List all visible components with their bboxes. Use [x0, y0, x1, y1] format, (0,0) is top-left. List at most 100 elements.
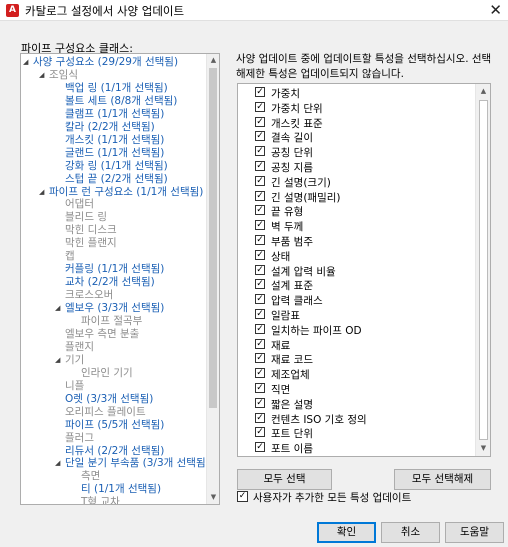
tree-expand-icon[interactable]: ◢ — [55, 459, 60, 467]
tree-item[interactable]: 캡 — [65, 250, 75, 262]
tree-item[interactable]: 파이프 런 구성요소 (1/1개 선택됨) — [49, 186, 203, 198]
select-all-button[interactable]: 모두 선택 — [237, 469, 332, 490]
tree-expand-icon[interactable]: ◢ — [55, 304, 60, 312]
tree-expand-icon[interactable]: ◢ — [39, 188, 44, 196]
tree-item[interactable]: 오리피스 플레이트 — [65, 406, 146, 418]
property-checkbox[interactable]: ✓ — [255, 397, 265, 408]
ok-button[interactable]: 확인 — [317, 522, 376, 543]
property-checkbox[interactable]: ✓ — [255, 131, 265, 142]
property-row[interactable]: ✓ 재료 코드 — [238, 350, 473, 366]
tree-item[interactable]: 글랜드 (1/1개 선택됨) — [65, 147, 164, 159]
tree-item[interactable]: 개스킷 (1/1개 선택됨) — [65, 134, 164, 146]
tree-item[interactable]: 플랜지 — [65, 341, 94, 353]
component-class-tree[interactable]: ◢ 사양 구성요소 (29/29개 선택됨) ◢ 조임식 백업 링 (1/1개 선택됨)… — [20, 53, 220, 505]
tree-item[interactable]: 막힌 디스크 — [65, 224, 117, 236]
property-row[interactable]: ✓ 결속 길이 — [238, 128, 473, 144]
tree-scroll-thumb[interactable] — [209, 68, 217, 408]
tree-expand-icon[interactable]: ◢ — [55, 356, 60, 364]
property-checkbox[interactable]: ✓ — [255, 101, 265, 112]
tree-expand-icon[interactable]: ◢ — [39, 71, 44, 79]
property-checkbox[interactable]: ✓ — [255, 175, 265, 186]
scroll-up-icon[interactable]: ▲ — [207, 54, 219, 67]
tree-item[interactable]: 니플 — [65, 380, 84, 392]
property-checklist[interactable]: ✓ 가중치 ✓ 가중치 단위 ✓ 개스킷 표준 ✓ 결속 길이 ✓ 공칭 단위 ✓ 공칭 지름 ✓ 긴 설… — [237, 83, 491, 457]
tree-expand-icon[interactable]: ◢ — [23, 58, 28, 66]
scroll-down-icon[interactable]: ▼ — [207, 491, 219, 504]
property-checkbox[interactable]: ✓ — [255, 146, 265, 157]
property-row[interactable]: ✓ 포트 이름 — [238, 439, 473, 455]
property-row[interactable]: ✓ 설계 압력 비율 — [238, 262, 473, 278]
property-row[interactable]: ✓ 벽 두께 — [238, 217, 473, 233]
tree-item[interactable]: 어댑터 — [65, 198, 94, 210]
property-row[interactable]: ✓ 부품 범주 — [238, 232, 473, 248]
cancel-button[interactable]: 취소 — [381, 522, 440, 543]
property-checkbox[interactable]: ✓ — [255, 205, 265, 216]
tree-item[interactable]: 엘보우 (3/3개 선택됨) — [65, 302, 164, 314]
property-scrollbar[interactable]: ▲ ▼ — [475, 84, 490, 456]
property-row[interactable]: ✓ 긴 설명(크기) — [238, 173, 473, 189]
tree-item[interactable]: 크로스오버 — [65, 289, 113, 301]
property-row[interactable]: ✓ 직면 — [238, 380, 473, 396]
property-row[interactable]: ✓ 설계 표준 — [238, 276, 473, 292]
close-icon[interactable]: ✕ — [489, 1, 502, 19]
tree-item[interactable]: 측면 — [81, 470, 100, 482]
property-row[interactable]: ✓ 끝 유형 — [238, 202, 473, 218]
property-checkbox[interactable]: ✓ — [255, 116, 265, 127]
property-checkbox[interactable]: ✓ — [255, 427, 265, 438]
property-row[interactable]: ✓ 가중치 단위 — [238, 99, 473, 115]
property-checkbox[interactable]: ✓ — [255, 264, 265, 275]
property-checkbox[interactable]: ✓ — [255, 235, 265, 245]
tree-item[interactable]: 스텁 끝 (2/2개 선택됨) — [65, 173, 168, 185]
property-checkbox[interactable]: ✓ — [255, 190, 265, 201]
property-row[interactable]: ✓ 짧은 설명 — [238, 395, 473, 411]
property-checkbox[interactable]: ✓ — [255, 412, 265, 423]
property-checkbox[interactable]: ✓ — [255, 353, 265, 364]
property-checkbox[interactable]: ✓ — [255, 161, 265, 171]
property-checkbox[interactable]: ✓ — [255, 338, 265, 349]
tree-item[interactable]: O렛 (3/3개 선택됨) — [65, 393, 153, 405]
property-row[interactable]: ✓ 포트 단위 — [238, 424, 473, 440]
tree-item[interactable]: 파이프 (5/5개 선택됨) — [65, 419, 164, 431]
tree-item[interactable]: 칼라 (2/2개 선택됨) — [65, 121, 155, 133]
property-row[interactable]: ✓ 제조업체 — [238, 365, 473, 381]
tree-item[interactable]: 백업 링 (1/1개 선택됨) — [65, 82, 168, 94]
tree-item[interactable]: 강화 링 (1/1개 선택됨) — [65, 160, 168, 172]
property-row[interactable]: ✓ 긴 설명(패밀리) — [238, 188, 473, 204]
tree-item[interactable]: 인라인 기기 — [81, 367, 133, 379]
tree-item[interactable]: 단일 분기 부속품 (3/3개 선택됨) — [65, 457, 210, 469]
tree-item[interactable]: 플러그 — [65, 432, 94, 444]
scroll-down-icon[interactable]: ▼ — [476, 442, 490, 455]
tree-item[interactable]: 리듀서 (2/2개 선택됨) — [65, 445, 164, 457]
property-checkbox[interactable]: ✓ — [255, 87, 265, 97]
tree-item[interactable]: 조임식 — [49, 69, 78, 81]
property-checkbox[interactable]: ✓ — [255, 249, 265, 260]
property-row[interactable]: ✓ 공칭 단위 — [238, 143, 473, 159]
property-row[interactable]: ✓ 컨텐츠 ISO 기호 정의 — [238, 410, 473, 426]
tree-item[interactable]: 엘보우 측면 분출 — [65, 328, 139, 340]
property-checkbox[interactable]: ✓ — [255, 220, 265, 231]
deselect-all-button[interactable]: 모두 선택해제 — [394, 469, 491, 490]
update-user-props-checkbox[interactable]: ✓ — [237, 491, 248, 502]
property-checkbox[interactable]: ✓ — [255, 279, 265, 290]
tree-item[interactable]: 기기 — [65, 354, 84, 366]
help-button[interactable]: 도움말 — [445, 522, 504, 543]
tree-item[interactable]: 티 (1/1개 선택됨) — [81, 483, 161, 495]
property-checkbox[interactable]: ✓ — [255, 309, 265, 319]
tree-item[interactable]: T형 교차 — [81, 496, 120, 504]
property-checkbox[interactable]: ✓ — [255, 368, 265, 379]
property-row[interactable]: ✓ 일람표 — [238, 306, 473, 322]
property-checkbox[interactable]: ✓ — [255, 323, 265, 334]
tree-item[interactable]: 커플링 (1/1개 선택됨) — [65, 263, 164, 275]
property-checkbox[interactable]: ✓ — [255, 294, 265, 305]
property-row[interactable]: ✓ 공칭 지름 — [238, 158, 473, 174]
property-row[interactable]: ✓ 가중치 — [238, 84, 473, 100]
tree-item[interactable]: 블리드 링 — [65, 211, 107, 223]
scroll-up-icon[interactable]: ▲ — [476, 85, 490, 98]
tree-item[interactable]: 볼트 세트 (8/8개 선택됨) — [65, 95, 177, 107]
property-checkbox[interactable]: ✓ — [255, 383, 265, 393]
tree-item[interactable]: 막힌 플랜지 — [65, 237, 117, 249]
tree-item[interactable]: 클램프 (1/1개 선택됨) — [65, 108, 164, 120]
property-row[interactable]: ✓ 일치하는 파이프 OD — [238, 321, 473, 337]
tree-item[interactable]: 교차 (2/2개 선택됨) — [65, 276, 155, 288]
property-row[interactable]: ✓ 상태 — [238, 247, 473, 263]
